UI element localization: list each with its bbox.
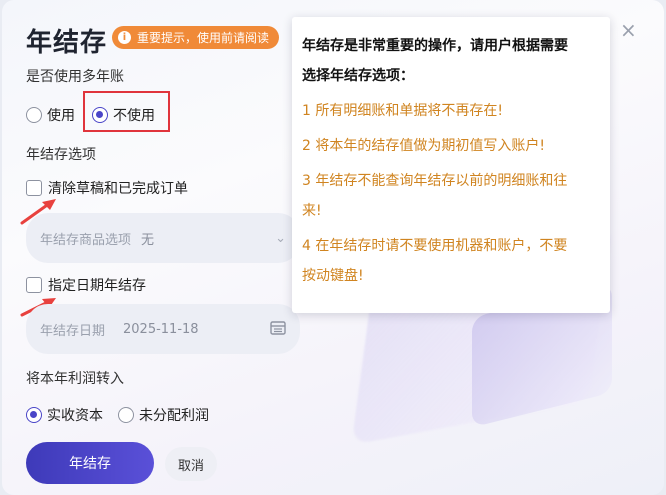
tooltip-item-line: 4 在年结存时请不要使用机器和账户，不要 bbox=[302, 238, 568, 254]
clear-orders-label: 清除草稿和已完成订单 bbox=[48, 181, 188, 197]
clear-orders-checkbox[interactable]: 清除草稿和已完成订单 bbox=[26, 178, 188, 198]
tooltip-item: 1 所有明细账和单据将不再存在! bbox=[302, 103, 503, 119]
tooltip-heading: 年结存是非常重要的操作，请用户根据需要 选择年结存选项： bbox=[302, 31, 598, 91]
radio-use-label: 使用 bbox=[47, 108, 75, 124]
radio-undistributed-profit[interactable]: 未分配利润 bbox=[118, 405, 209, 425]
calendar-icon[interactable] bbox=[270, 320, 286, 339]
tooltip-item-line: 3 年结存不能查询年结存以前的明细账和往 bbox=[302, 173, 568, 189]
options-section-label: 年结存选项 bbox=[26, 147, 96, 163]
radio-paid-in-capital[interactable]: 实收资本 bbox=[26, 405, 103, 425]
checkbox-box bbox=[26, 277, 42, 293]
info-icon: i bbox=[118, 31, 131, 44]
multi-year-label: 是否使用多年账 bbox=[26, 69, 124, 85]
checkbox-box bbox=[26, 180, 42, 196]
product-option-value: 无 bbox=[141, 232, 155, 248]
dialog-title: 年结存 bbox=[26, 28, 108, 58]
tooltip-item: 4 在年结存时请不要使用机器和账户，不要 按动键盘! bbox=[302, 231, 598, 291]
radio-circle bbox=[118, 407, 134, 423]
chevron-down-icon: ⌄ bbox=[275, 230, 286, 246]
year-end-dialog: 年结存 i 重要提示，使用前请阅读 × 是否使用多年账 使用 不使用 年结存选项… bbox=[2, 0, 664, 495]
date-field-value: 2025-11-18 bbox=[123, 321, 199, 337]
date-field[interactable]: 年结存日期 2025-11-18 bbox=[26, 304, 300, 354]
radio-undistributed-profit-label: 未分配利润 bbox=[139, 408, 209, 424]
radio-use[interactable]: 使用 bbox=[26, 105, 75, 125]
tooltip-heading-line: 选择年结存选项： bbox=[302, 68, 414, 84]
notice-button[interactable]: i 重要提示，使用前请阅读 bbox=[112, 26, 280, 49]
tooltip-heading-line: 年结存是非常重要的操作，请用户根据需要 bbox=[302, 38, 568, 54]
radio-paid-in-capital-label: 实收资本 bbox=[47, 408, 103, 424]
date-field-label: 年结存日期 bbox=[40, 323, 106, 339]
tooltip-item: 2 将本年的结存值做为期初值写入账户! bbox=[302, 138, 545, 154]
tooltip-item: 3 年结存不能查询年结存以前的明细账和往 来! bbox=[302, 166, 598, 226]
specify-date-label: 指定日期年结存 bbox=[48, 278, 146, 294]
notice-tooltip: 年结存是非常重要的操作，请用户根据需要 选择年结存选项： 1 所有明细账和单据将… bbox=[292, 17, 610, 313]
annotation-highlight-box bbox=[83, 91, 170, 132]
tooltip-item-line: 来! bbox=[302, 203, 322, 219]
tooltip-item-line: 按动键盘! bbox=[302, 268, 364, 284]
specify-date-checkbox[interactable]: 指定日期年结存 bbox=[26, 275, 146, 295]
notice-label: 重要提示，使用前请阅读 bbox=[137, 31, 270, 45]
radio-circle-selected bbox=[26, 407, 42, 423]
cancel-button[interactable]: 取消 bbox=[165, 447, 217, 481]
close-icon[interactable]: × bbox=[620, 20, 637, 40]
product-option-select[interactable]: 年结存商品选项 无 ⌄ bbox=[26, 213, 300, 263]
radio-circle bbox=[26, 107, 42, 123]
profit-transfer-label: 将本年利润转入 bbox=[26, 371, 124, 387]
year-end-button[interactable]: 年结存 bbox=[26, 442, 154, 484]
product-option-label: 年结存商品选项 bbox=[40, 232, 132, 248]
